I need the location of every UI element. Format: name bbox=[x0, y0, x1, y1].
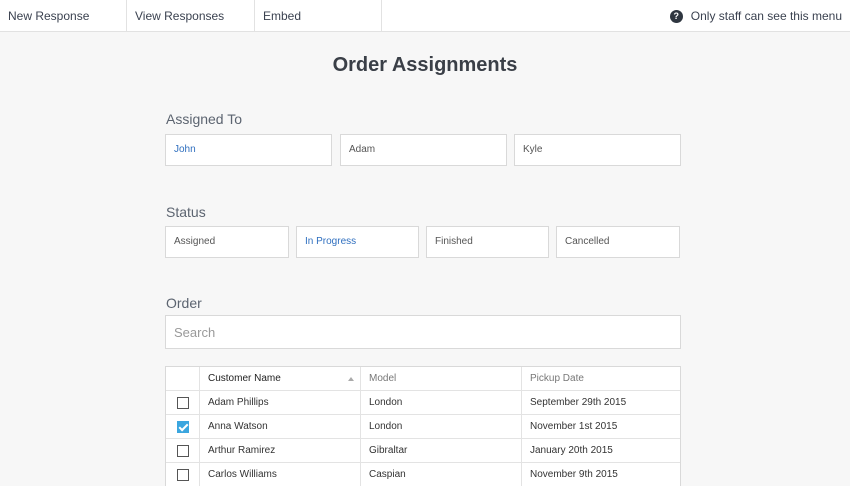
model-cell: London bbox=[361, 415, 522, 438]
search-input[interactable] bbox=[165, 315, 681, 349]
top-menu-bar: New Response View Responses Embed ? Only… bbox=[0, 0, 850, 32]
pickup-date-cell: November 1st 2015 bbox=[530, 421, 618, 432]
table-row[interactable]: Arthur Ramirez Gibraltar January 20th 20… bbox=[166, 439, 680, 463]
row-select-cell bbox=[166, 391, 200, 414]
row-checkbox[interactable] bbox=[176, 396, 189, 409]
customer-name-cell: Anna Watson bbox=[200, 415, 361, 438]
status-option-assigned[interactable]: Assigned bbox=[165, 226, 289, 258]
pickup-date-cell: January 20th 2015 bbox=[530, 445, 613, 456]
table-row[interactable]: Adam Phillips London September 29th 2015 bbox=[166, 391, 680, 415]
tab-new-response[interactable]: New Response bbox=[0, 0, 127, 32]
column-header-label: Customer Name bbox=[208, 373, 281, 384]
row-select-cell bbox=[166, 439, 200, 462]
column-header-pickup-date[interactable]: Pickup Date bbox=[522, 367, 680, 390]
select-column-header bbox=[166, 367, 200, 390]
assigned-option-john[interactable]: John bbox=[165, 134, 332, 166]
customer-name-cell: Arthur Ramirez bbox=[200, 439, 361, 462]
customer-name-cell: Adam Phillips bbox=[200, 391, 361, 414]
orders-table: Customer Name Model Pickup Date Adam Phi… bbox=[165, 366, 681, 486]
model-cell: London bbox=[361, 391, 522, 414]
assigned-option-kyle[interactable]: Kyle bbox=[514, 134, 681, 166]
assigned-to-label: Assigned To bbox=[166, 111, 243, 127]
tab-view-responses[interactable]: View Responses bbox=[127, 0, 255, 32]
tab-embed[interactable]: Embed bbox=[255, 0, 382, 32]
status-option-cancelled[interactable]: Cancelled bbox=[556, 226, 680, 258]
pickup-date-cell: September 29th 2015 bbox=[530, 397, 627, 408]
staff-notice[interactable]: ? Only staff can see this menu bbox=[669, 0, 842, 32]
status-option-in-progress[interactable]: In Progress bbox=[296, 226, 419, 258]
table-row[interactable]: Carlos Williams Caspian November 9th 201… bbox=[166, 463, 680, 486]
order-label: Order bbox=[166, 295, 202, 311]
row-select-cell bbox=[166, 463, 200, 486]
column-header-model[interactable]: Model bbox=[361, 367, 522, 390]
staff-notice-text: Only staff can see this menu bbox=[690, 9, 842, 23]
sort-ascending-icon bbox=[348, 377, 354, 381]
customer-name-cell: Carlos Williams bbox=[200, 463, 361, 486]
model-cell: Gibraltar bbox=[361, 439, 522, 462]
page-title: Order Assignments bbox=[332, 54, 518, 76]
status-option-finished[interactable]: Finished bbox=[426, 226, 549, 258]
row-checkbox[interactable] bbox=[176, 468, 189, 481]
status-label: Status bbox=[166, 204, 206, 220]
help-icon: ? bbox=[669, 9, 683, 23]
row-checkbox-checked[interactable] bbox=[176, 420, 189, 433]
row-checkbox[interactable] bbox=[176, 444, 189, 457]
model-cell: Caspian bbox=[361, 463, 522, 486]
row-select-cell bbox=[166, 415, 200, 438]
column-header-customer-name[interactable]: Customer Name bbox=[200, 367, 361, 390]
table-row[interactable]: Anna Watson London November 1st 2015 bbox=[166, 415, 680, 439]
table-header-row: Customer Name Model Pickup Date bbox=[166, 367, 680, 391]
assigned-option-adam[interactable]: Adam bbox=[340, 134, 507, 166]
pickup-date-cell: November 9th 2015 bbox=[530, 469, 618, 480]
